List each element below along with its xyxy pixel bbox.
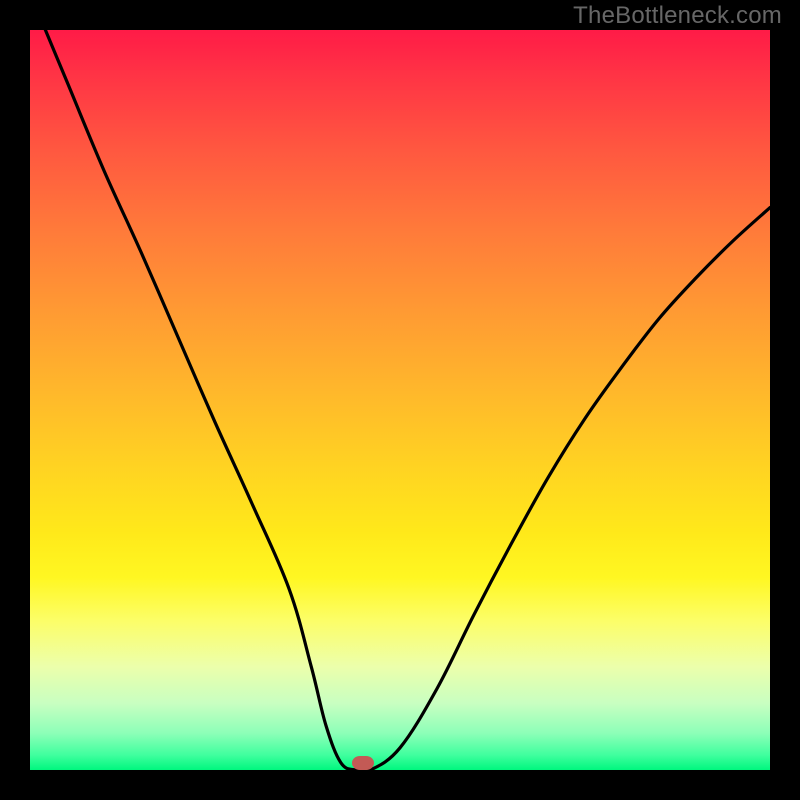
plot-area bbox=[30, 30, 770, 770]
optimal-point-marker bbox=[352, 756, 374, 770]
bottleneck-curve bbox=[30, 30, 770, 770]
chart-frame: TheBottleneck.com bbox=[0, 0, 800, 800]
watermark-text: TheBottleneck.com bbox=[573, 2, 782, 30]
